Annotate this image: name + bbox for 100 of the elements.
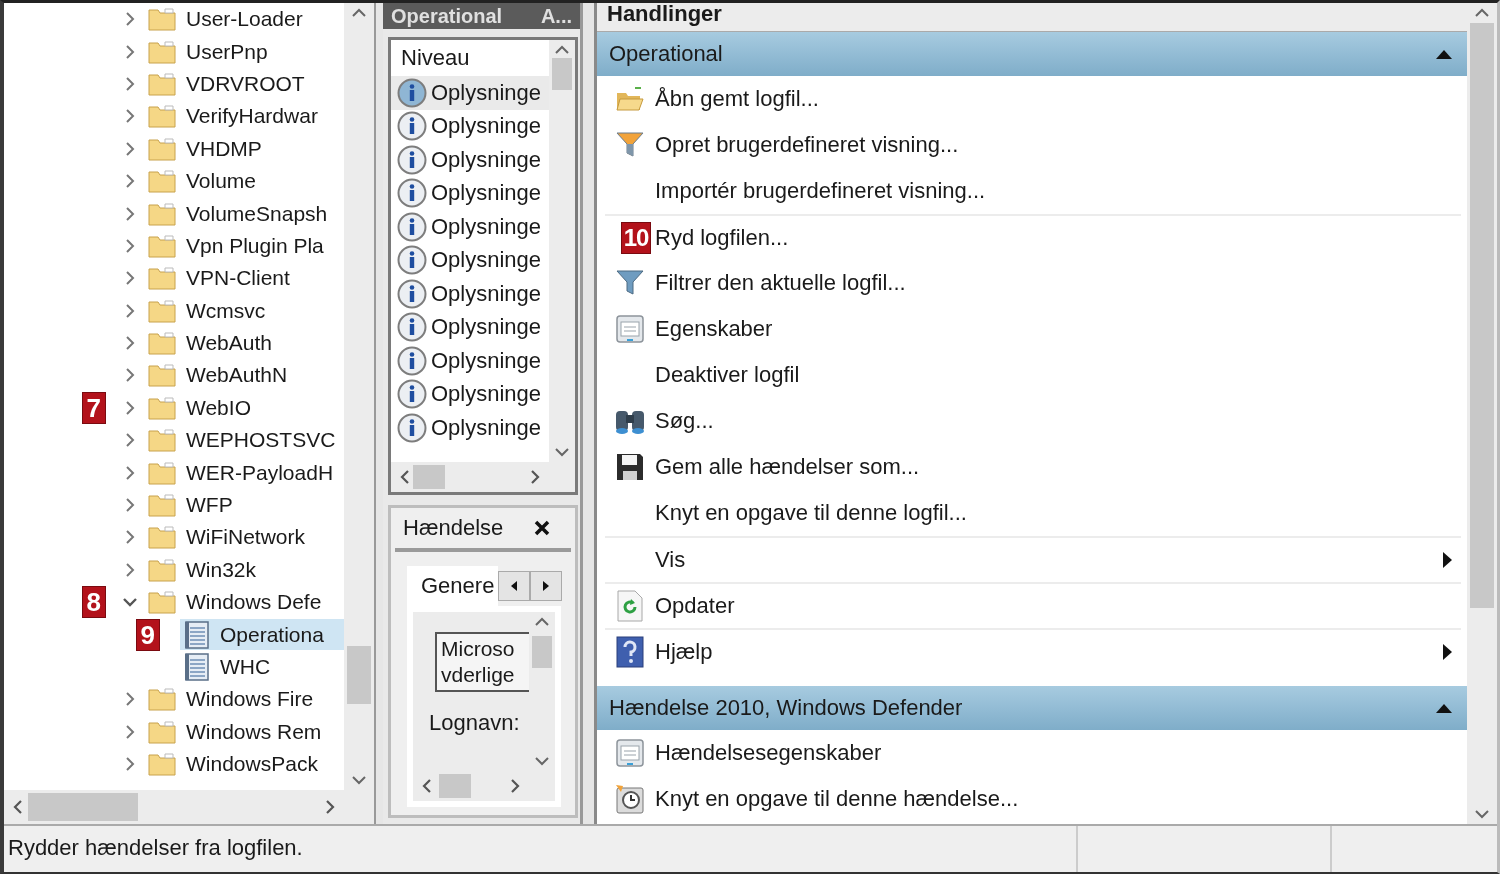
action-item[interactable]: Egenskaber — [655, 306, 1461, 352]
tree-item[interactable]: Operationa — [180, 619, 344, 651]
column-header[interactable]: Niveau — [391, 40, 549, 76]
scrollbar-thumb[interactable] — [551, 58, 573, 90]
tree-item[interactable]: WEPHOSTSVC — [144, 424, 344, 456]
status-text: Rydder hændelser fra logfilen. — [7, 834, 304, 862]
scroll-up-icon[interactable] — [351, 7, 367, 19]
tree-item[interactable]: WindowsPack — [144, 748, 344, 780]
expand-icon[interactable] — [123, 560, 137, 579]
scroll-down-icon[interactable] — [351, 774, 367, 786]
action-item[interactable]: Importér brugerdefineret visning... — [655, 168, 1461, 214]
tree-item[interactable]: UserPnp — [144, 36, 344, 68]
scrollbar-thumb[interactable] — [439, 774, 471, 798]
vertical-scrollbar[interactable] — [1467, 3, 1497, 824]
action-item[interactable]: Vis — [655, 538, 1461, 582]
scrollbar-thumb[interactable] — [347, 646, 371, 704]
tree-item[interactable]: WebIO — [144, 392, 344, 424]
event-row[interactable]: Oplysninge — [391, 411, 549, 445]
expand-icon[interactable] — [123, 74, 137, 93]
vertical-scrollbar[interactable] — [549, 40, 575, 462]
event-row[interactable]: Oplysninge — [391, 310, 549, 344]
tree-item[interactable]: WER-PayloadH — [144, 457, 344, 489]
event-row[interactable]: Oplysninge — [391, 277, 549, 311]
scroll-up-icon[interactable] — [1474, 7, 1490, 19]
text-field[interactable]: Microso vderlige — [435, 632, 529, 692]
expand-icon[interactable] — [123, 204, 137, 223]
action-item[interactable]: Opret brugerdefineret visning... — [655, 122, 1461, 168]
action-item[interactable]: Knyt en opgave til denne logfil... — [655, 490, 1461, 536]
expand-icon[interactable] — [123, 398, 137, 417]
action-item[interactable]: Opdater — [655, 584, 1461, 628]
tree-item[interactable]: WHC — [180, 651, 344, 683]
action-item[interactable]: Hjælp — [655, 630, 1461, 674]
action-item[interactable]: Hændelsesegenskaber — [655, 730, 1461, 776]
event-row[interactable]: Oplysninge — [391, 210, 549, 244]
event-row[interactable]: Oplysninge — [391, 109, 549, 143]
tree-item[interactable]: User-Loader — [144, 3, 344, 35]
tab-scroll-right-button[interactable] — [530, 571, 563, 601]
collapse-arrow-icon[interactable] — [1435, 48, 1453, 60]
scroll-up-icon[interactable] — [534, 616, 550, 628]
tree-item[interactable]: WFP — [144, 489, 344, 521]
section-header[interactable]: Hændelse 2010, Windows Defender — [597, 686, 1467, 730]
pane-title: Operational — [391, 4, 503, 28]
folder-icon — [148, 233, 176, 258]
tree-item[interactable]: WiFiNetwork — [144, 521, 344, 553]
tree-item[interactable]: VerifyHardwar — [144, 100, 344, 132]
tab-scroll-left-button[interactable] — [498, 571, 531, 601]
expand-icon[interactable] — [123, 301, 137, 320]
expand-icon[interactable] — [123, 42, 137, 61]
collapse-arrow-icon[interactable] — [1435, 702, 1453, 714]
expand-icon[interactable] — [123, 722, 137, 741]
vertical-scrollbar[interactable] — [344, 3, 374, 790]
tree-item[interactable]: Volume — [144, 165, 344, 197]
event-row[interactable]: Oplysninge — [391, 377, 549, 411]
tree-item[interactable]: WebAuthN — [144, 360, 344, 391]
section-header[interactable]: Operational — [597, 32, 1467, 76]
action-item[interactable]: Ryd logfilen... — [655, 216, 1461, 260]
scrollbar-thumb[interactable] — [1470, 23, 1494, 608]
horizontal-scrollbar[interactable] — [4, 790, 344, 824]
scroll-down-icon[interactable] — [534, 755, 550, 767]
scroll-left-icon[interactable] — [421, 778, 433, 794]
tree-item[interactable]: Windows Rem — [144, 716, 344, 748]
event-row[interactable]: Oplysninge — [391, 143, 549, 177]
tree-item[interactable]: Wcmsvc — [144, 295, 344, 327]
scroll-left-icon[interactable] — [12, 799, 24, 815]
scroll-left-icon[interactable] — [399, 469, 411, 485]
scroll-right-icon[interactable] — [509, 778, 521, 794]
close-icon[interactable] — [533, 519, 551, 537]
scroll-down-icon[interactable] — [1474, 808, 1490, 820]
expand-icon[interactable] — [123, 139, 137, 158]
action-item[interactable]: Søg... — [655, 398, 1461, 444]
action-item[interactable]: Knyt en opgave til denne hændelse... — [655, 776, 1461, 822]
scroll-down-icon[interactable] — [554, 446, 570, 458]
event-row[interactable]: Oplysninge — [391, 243, 549, 277]
tree-item[interactable]: Windows Fire — [144, 683, 344, 715]
tree-item[interactable]: Vpn Plugin Pla — [144, 230, 344, 262]
tree-item[interactable]: VPN-Client — [144, 262, 344, 294]
tree-item[interactable]: WebAuth — [144, 327, 344, 359]
event-row[interactable]: Oplysninge — [391, 76, 549, 110]
scroll-up-icon[interactable] — [554, 44, 570, 56]
horizontal-scrollbar[interactable] — [391, 462, 549, 492]
tree-item[interactable]: VolumeSnapsh — [144, 198, 344, 230]
event-row[interactable]: Oplysninge — [391, 344, 549, 378]
scroll-right-icon[interactable] — [529, 469, 541, 485]
action-item[interactable]: Deaktiver logfil — [655, 352, 1461, 398]
event-row[interactable]: Oplysninge — [391, 176, 549, 210]
expand-icon[interactable] — [123, 463, 137, 482]
scroll-right-icon[interactable] — [324, 799, 336, 815]
action-item[interactable]: Gem alle hændelser som... — [655, 444, 1461, 490]
tree-item[interactable]: Windows Defe — [144, 586, 344, 618]
expand-icon[interactable] — [123, 236, 137, 255]
action-item[interactable]: Filtrer den aktuelle logfil... — [655, 260, 1461, 306]
tree-item[interactable]: VHDMP — [144, 133, 344, 165]
action-item[interactable]: Åbn gemt logfil... — [655, 76, 1461, 122]
scrollbar-thumb[interactable] — [28, 793, 138, 821]
tab[interactable]: Genere — [407, 566, 499, 606]
tree-item[interactable]: VDRVROOT — [144, 68, 344, 100]
tree-item[interactable]: Win32k — [144, 554, 344, 586]
scrollbar-thumb[interactable] — [413, 465, 445, 489]
scrollbar-thumb[interactable] — [531, 636, 553, 668]
funnel-icon — [615, 268, 645, 298]
